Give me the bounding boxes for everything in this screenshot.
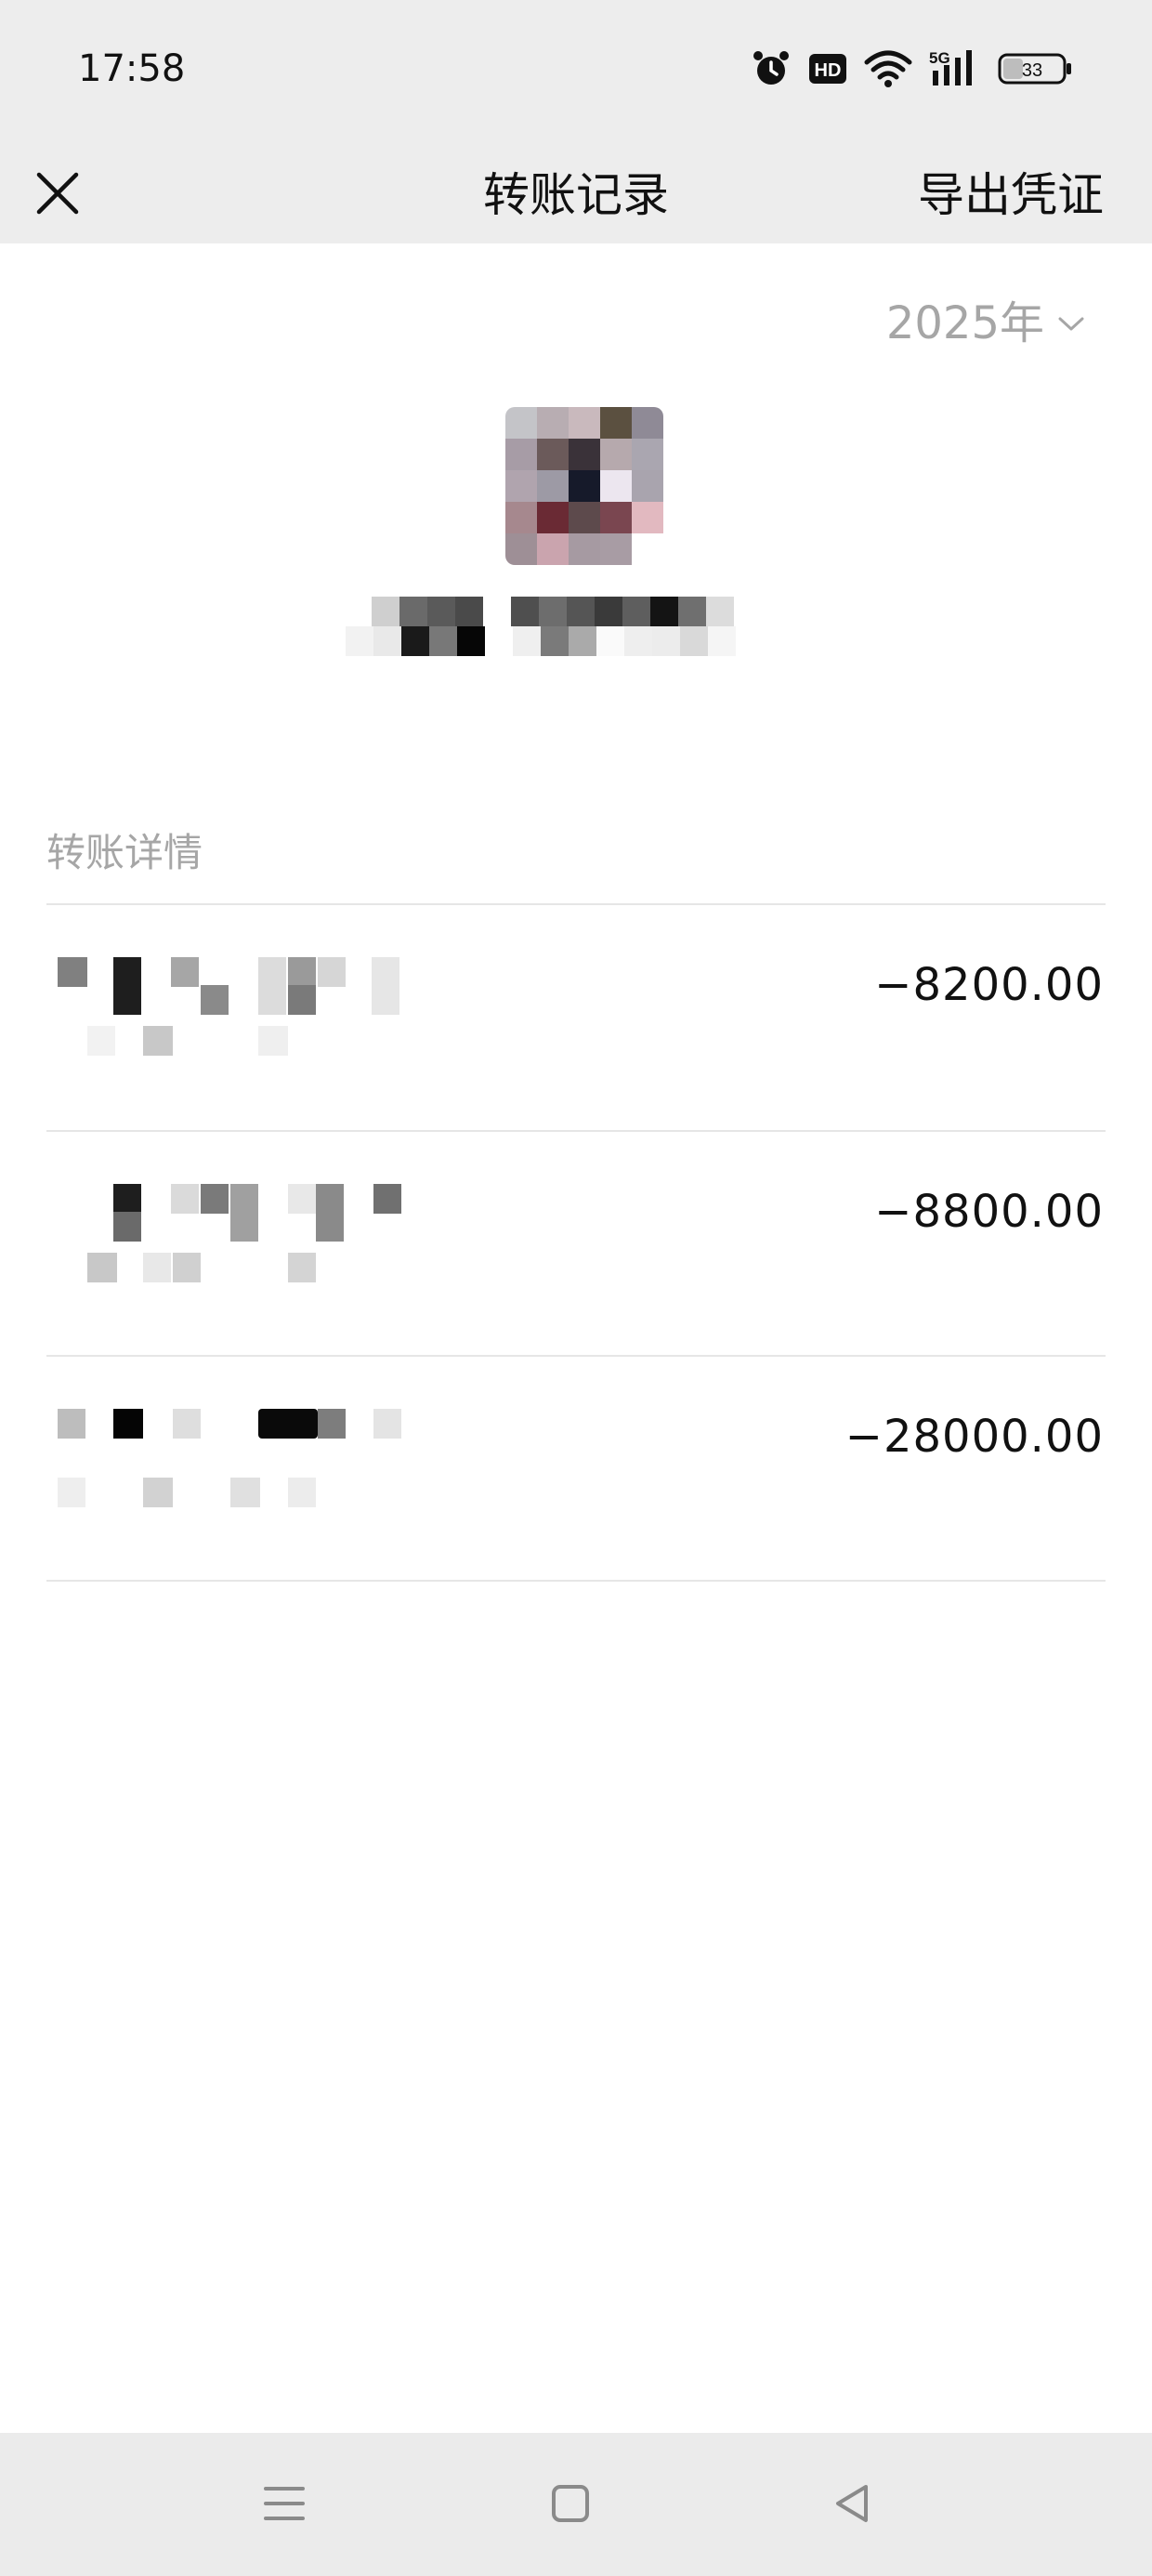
chevron-down-icon [1058, 317, 1084, 331]
transaction-time-pixelated [50, 1026, 403, 1056]
transaction-row[interactable]: −28000.00 [0, 1357, 1152, 1582]
back-icon [836, 2485, 868, 2522]
menu-icon [264, 2487, 305, 2520]
wifi-icon [864, 49, 912, 88]
divider [46, 1580, 1106, 1582]
transaction-row[interactable]: −8800.00 [0, 1132, 1152, 1357]
home-button[interactable] [543, 2476, 598, 2531]
year-label: 2025年 [885, 297, 1044, 349]
menu-button[interactable] [256, 2476, 312, 2531]
alarm-icon [751, 48, 792, 89]
battery-icon: 33 [998, 50, 1072, 87]
transaction-time-pixelated [50, 1253, 403, 1282]
export-button[interactable]: 导出凭证 [918, 165, 1104, 225]
transaction-time-pixelated [50, 1478, 403, 1507]
transaction-description-pixelated [50, 1184, 403, 1242]
transaction-amount: −8800.00 [874, 1186, 1104, 1238]
svg-text:HD: HD [815, 60, 842, 81]
contact-name-pixelated [346, 595, 806, 656]
transaction-amount: −28000.00 [844, 1411, 1104, 1463]
svg-text:33: 33 [1022, 60, 1042, 81]
status-time: 17:58 [78, 47, 186, 90]
hd-icon: HD [808, 50, 847, 87]
nav-bar: 转账记录 导出凭证 [0, 139, 1152, 243]
signal-5g-icon: 5G [929, 48, 981, 89]
status-icons: HD 5G 33 [751, 45, 1072, 93]
section-title: 转账详情 [46, 830, 203, 875]
avatar [505, 407, 663, 565]
back-button[interactable] [825, 2476, 881, 2531]
transaction-row[interactable]: −8200.00 [0, 905, 1152, 1130]
transaction-description-pixelated [50, 957, 403, 1015]
year-selector[interactable]: 2025年 [886, 296, 1085, 351]
status-bar: 17:58 HD 5G 33 [0, 0, 1152, 139]
transaction-amount: −8200.00 [874, 959, 1104, 1011]
home-icon [552, 2485, 589, 2522]
svg-text:5G: 5G [929, 49, 950, 67]
transaction-description-pixelated [50, 1409, 403, 1442]
system-nav-bar [0, 2433, 1152, 2576]
avatar-pixelated [505, 407, 663, 565]
